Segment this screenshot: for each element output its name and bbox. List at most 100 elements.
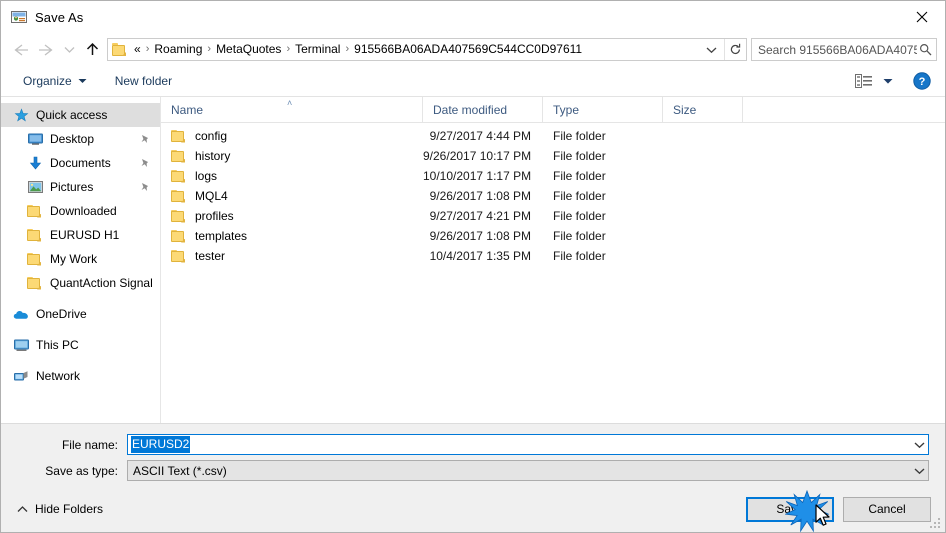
breadcrumb-terminal[interactable]: Terminal (292, 39, 343, 60)
sidebar-item-label: Network (36, 369, 81, 383)
desktop-icon (27, 131, 43, 147)
sidebar-item-this-pc[interactable]: This PC (1, 333, 160, 357)
file-date: 9/26/2017 1:08 PM (429, 189, 531, 203)
breadcrumb-separator: › (207, 43, 212, 55)
hide-folders-button[interactable]: Hide Folders (11, 498, 109, 520)
sidebar-item-eurusd-h1[interactable]: EURUSD H1 (1, 223, 160, 247)
sidebar-item-quick-access[interactable]: Quick access (1, 103, 160, 127)
folder-icon (171, 249, 187, 263)
file-name: config (195, 129, 228, 143)
file-name-chevron-down-icon[interactable] (910, 435, 928, 454)
save-button[interactable]: Save (746, 496, 834, 522)
resize-grip[interactable] (928, 516, 941, 529)
save-button-label: Save (776, 502, 804, 516)
breadcrumb-root[interactable]: « (131, 39, 144, 60)
column-header-name[interactable]: Name ˄ (161, 97, 423, 122)
list-view-icon[interactable] (851, 69, 877, 93)
cancel-button[interactable]: Cancel (843, 496, 931, 522)
sidebar-item-network[interactable]: Network (1, 364, 160, 388)
sidebar-item-documents[interactable]: Documents (1, 151, 160, 175)
sidebar-item-label: My Work (50, 252, 98, 266)
save-as-type-row: Save as type: ASCII Text (*.csv) (17, 460, 929, 481)
file-date: 10/10/2017 1:17 PM (423, 169, 532, 183)
folder-icon (27, 251, 43, 267)
refresh-icon[interactable] (724, 39, 746, 60)
table-row[interactable]: history 9/26/2017 10:17 PM File folder (161, 146, 945, 166)
column-header-row: Name ˄ Date modified Type Size (161, 97, 945, 123)
dialog-footer: Hide Folders Save Cancel (1, 486, 945, 532)
pin-icon[interactable] (140, 182, 156, 193)
file-name-input[interactable]: EURUSD2 (127, 434, 929, 455)
sidebar-item-label: This PC (36, 338, 79, 352)
save-as-type-select[interactable]: ASCII Text (*.csv) (127, 460, 929, 481)
monitor-icon (13, 337, 29, 353)
pin-icon[interactable] (140, 134, 156, 145)
sort-ascending-icon: ˄ (287, 98, 293, 108)
organize-label: Organize (23, 74, 72, 88)
sidebar-item-pictures[interactable]: Pictures (1, 175, 160, 199)
cloud-icon (13, 306, 29, 322)
chevron-up-icon (17, 505, 28, 513)
breadcrumb-separator: › (286, 43, 291, 55)
column-header-size[interactable]: Size (663, 97, 743, 122)
star-icon (13, 107, 29, 123)
view-options-chevron-down-icon[interactable] (879, 69, 897, 93)
table-row[interactable]: templates 9/26/2017 1:08 PM File folder (161, 226, 945, 246)
folder-icon (112, 43, 128, 56)
file-name-cell: history (161, 149, 423, 163)
save-as-type-value: ASCII Text (*.csv) (133, 463, 227, 478)
folder-icon (27, 275, 43, 291)
forward-button[interactable] (33, 37, 59, 63)
breadcrumb-roaming[interactable]: Roaming (151, 39, 205, 60)
sidebar-item-downloaded[interactable]: Downloaded (1, 199, 160, 223)
file-name-cell: logs (161, 169, 423, 183)
pin-icon[interactable] (140, 158, 156, 169)
column-header-label: Type (553, 102, 580, 117)
navigation-sidebar: Quick access Desktop Documents Pictures … (1, 97, 161, 423)
hide-folders-label: Hide Folders (35, 502, 104, 516)
help-icon[interactable]: ? (909, 69, 935, 93)
column-header-date-modified[interactable]: Date modified (423, 97, 543, 122)
sidebar-item-label: Downloaded (50, 204, 117, 218)
column-header-type[interactable]: Type (543, 97, 663, 122)
table-row[interactable]: config 9/27/2017 4:44 PM File folder (161, 126, 945, 146)
recent-locations-button[interactable] (59, 37, 79, 63)
download-icon (27, 155, 43, 171)
search-box[interactable]: Search 915566BA06ADA40756... (751, 38, 937, 61)
column-header-label: Size (673, 102, 697, 117)
close-button[interactable] (899, 1, 945, 33)
folder-icon (171, 229, 187, 243)
cancel-button-label: Cancel (868, 502, 906, 516)
breadcrumb-terminal-id[interactable]: 915566BA06ADA407569C544CC0D97611 (351, 39, 585, 60)
organize-button[interactable]: Organize (17, 69, 93, 93)
sidebar-item-my-work[interactable]: My Work (1, 247, 160, 271)
file-type: File folder (553, 149, 606, 163)
file-name-cell: MQL4 (161, 189, 423, 203)
address-bar[interactable]: « › Roaming › MetaQuotes › Terminal › 91… (107, 38, 747, 61)
table-row[interactable]: profiles 9/27/2017 4:21 PM File folder (161, 206, 945, 226)
search-input[interactable]: Search 915566BA06ADA40756... (758, 43, 917, 57)
command-toolbar: Organize New folder ? (1, 66, 945, 97)
address-dropdown-icon[interactable] (699, 46, 724, 54)
file-name-value[interactable]: EURUSD2 (131, 436, 191, 453)
sidebar-item-quantaction-signal[interactable]: QuantAction Signal (1, 271, 160, 295)
table-row[interactable]: logs 10/10/2017 1:17 PM File folder (161, 166, 945, 186)
file-name: tester (195, 249, 226, 263)
up-button[interactable] (79, 37, 105, 63)
back-button[interactable] (7, 37, 33, 63)
table-row[interactable]: tester 10/4/2017 1:35 PM File folder (161, 246, 945, 266)
save-as-type-chevron-down-icon[interactable] (910, 461, 928, 480)
file-name-label: File name: (61, 437, 118, 452)
new-folder-button[interactable]: New folder (109, 69, 178, 93)
sidebar-item-onedrive[interactable]: OneDrive (1, 302, 160, 326)
file-name-cell: tester (161, 249, 423, 263)
file-type: File folder (553, 229, 606, 243)
folder-icon (27, 203, 43, 219)
sidebar-item-desktop[interactable]: Desktop (1, 127, 160, 151)
pictures-icon (27, 179, 43, 195)
sidebar-item-label: EURUSD H1 (50, 228, 120, 242)
column-header-label: Name (171, 102, 204, 117)
table-row[interactable]: MQL4 9/26/2017 1:08 PM File folder (161, 186, 945, 206)
breadcrumb-metaquotes[interactable]: MetaQuotes (213, 39, 284, 60)
